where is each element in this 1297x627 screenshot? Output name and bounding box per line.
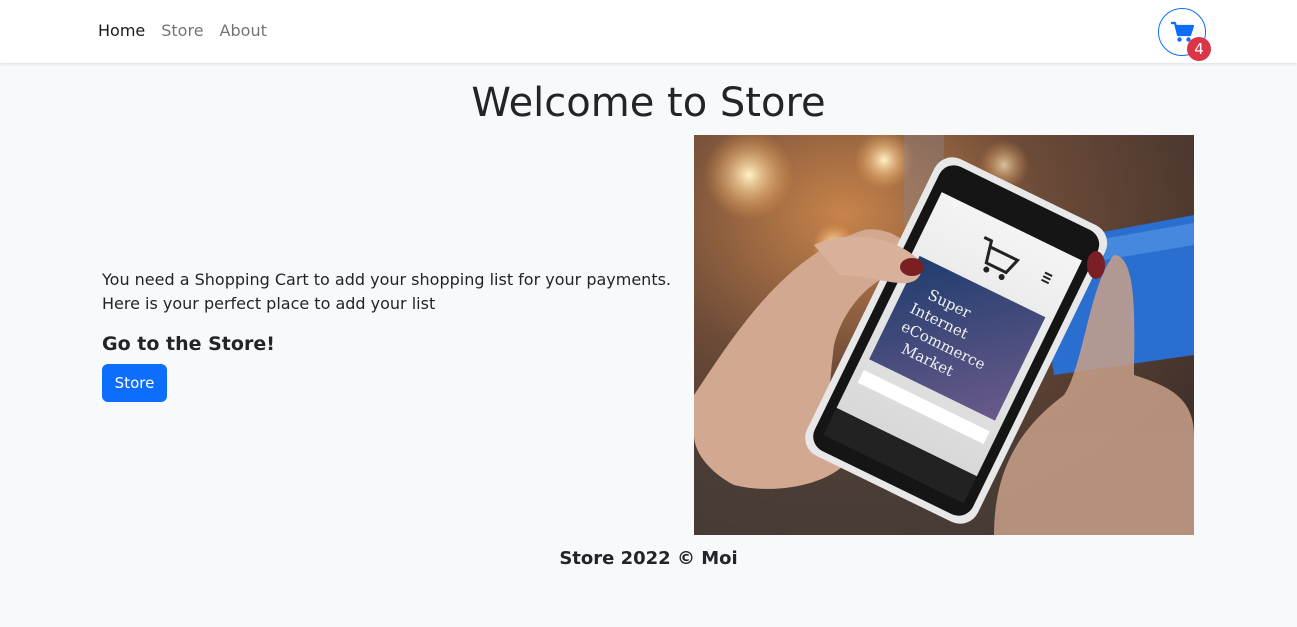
store-button[interactable]: Store bbox=[102, 364, 167, 402]
cta-heading: Go to the Store! bbox=[102, 333, 275, 355]
page-title: Welcome to Store bbox=[471, 80, 826, 126]
nav-links: Home Store About bbox=[98, 20, 267, 42]
nav-link-home[interactable]: Home bbox=[98, 20, 145, 42]
hero-image: Super Internet eCommerce Market bbox=[694, 135, 1194, 535]
intro-text: You need a Shopping Cart to add your sho… bbox=[102, 270, 672, 313]
nav-link-store[interactable]: Store bbox=[161, 20, 203, 42]
footer-text: Store 2022 © Moi bbox=[559, 548, 738, 569]
navbar: Home Store About 4 bbox=[0, 0, 1297, 63]
nav-link-about[interactable]: About bbox=[220, 20, 267, 42]
cart-count-badge: 4 bbox=[1187, 37, 1211, 61]
hero-illustration: Super Internet eCommerce Market bbox=[694, 135, 1194, 535]
